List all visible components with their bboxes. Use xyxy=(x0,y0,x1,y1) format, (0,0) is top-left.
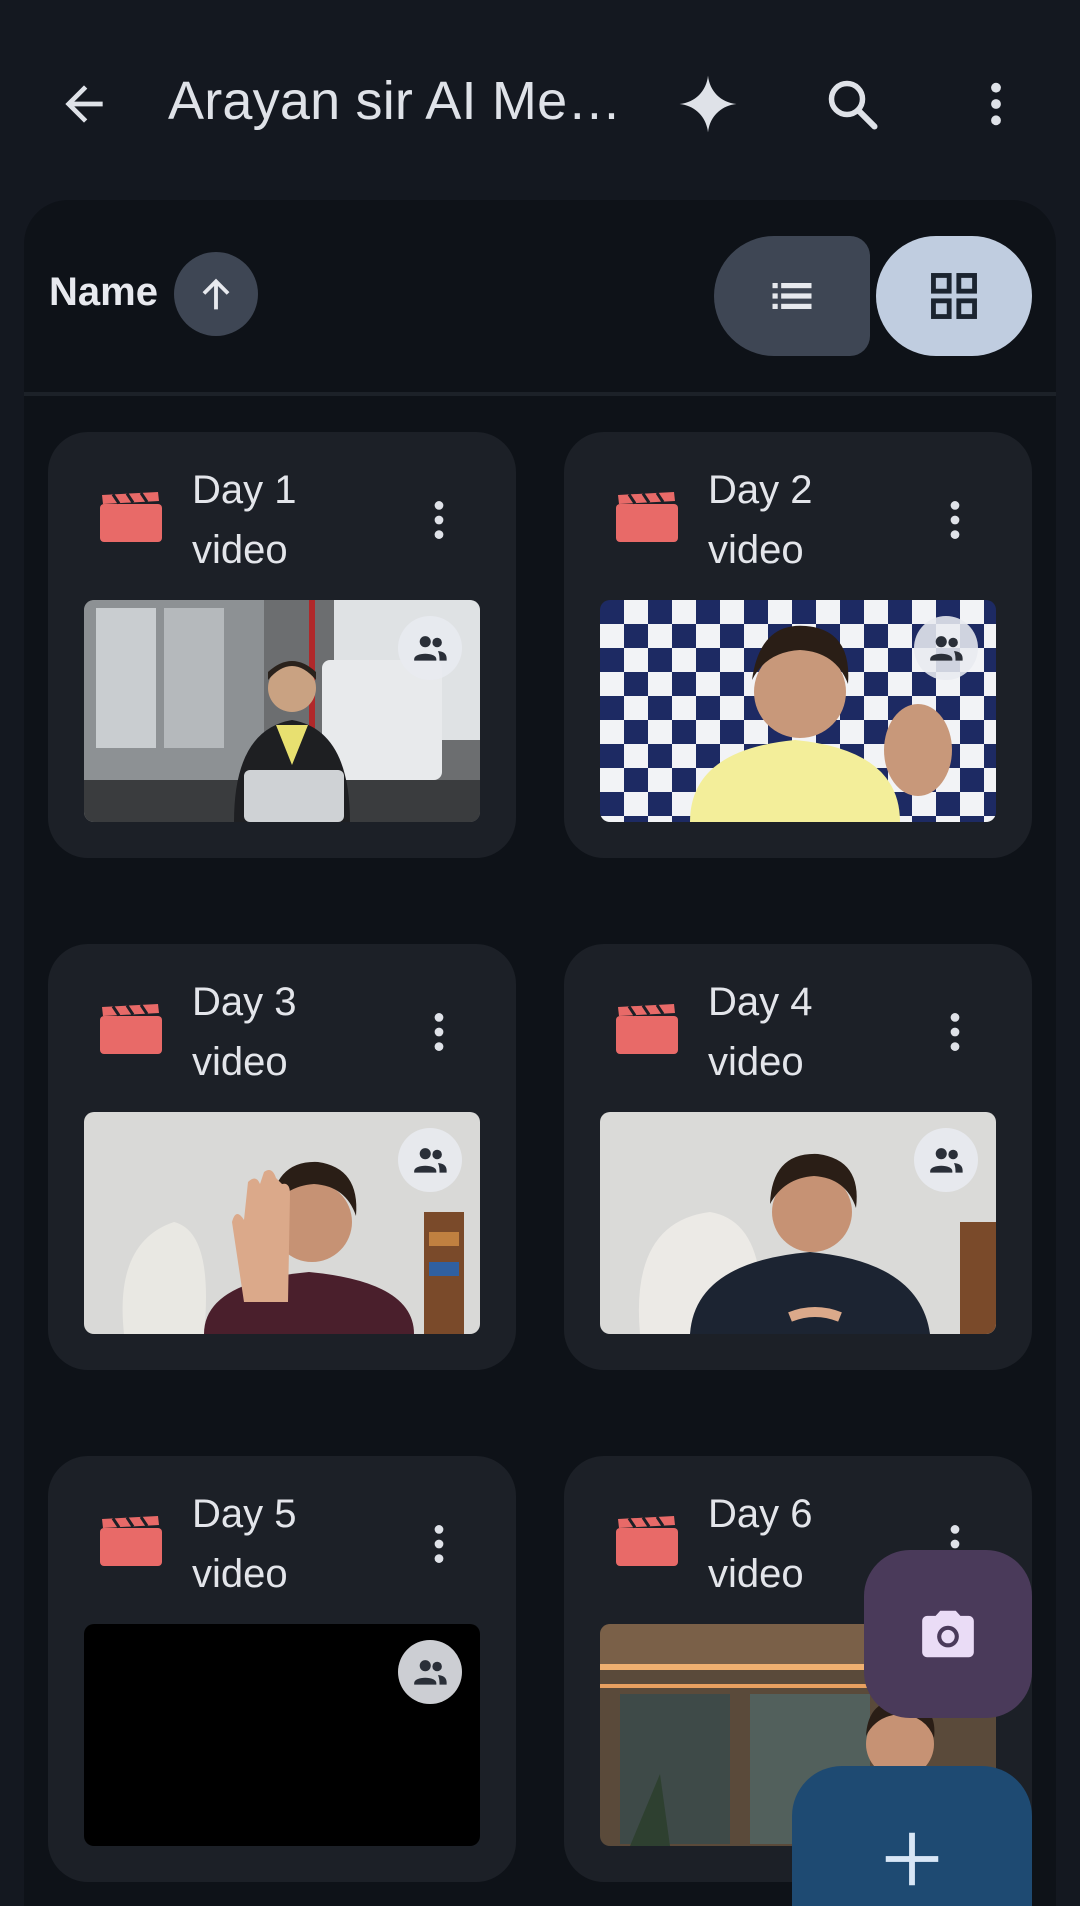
more-vert-icon xyxy=(434,1525,444,1563)
people-icon xyxy=(414,1148,447,1173)
video-thumbnail[interactable] xyxy=(84,1624,480,1846)
video-thumbnail[interactable] xyxy=(600,600,996,822)
people-icon xyxy=(930,636,963,661)
camera-scan-button[interactable] xyxy=(864,1550,1032,1718)
list-view-icon xyxy=(772,283,812,309)
file-more-button[interactable] xyxy=(414,1514,464,1574)
people-icon xyxy=(414,636,447,661)
shared-badge xyxy=(398,1640,462,1704)
file-card[interactable]: Day 5 video xyxy=(48,1456,516,1882)
back-arrow-icon xyxy=(65,85,103,123)
more-vert-icon xyxy=(434,1013,444,1051)
video-file-icon xyxy=(100,1516,162,1566)
video-file-icon xyxy=(100,1004,162,1054)
plus-icon xyxy=(885,1832,939,1886)
shared-badge xyxy=(398,1128,462,1192)
sort-direction-button[interactable] xyxy=(174,252,258,336)
video-thumbnail[interactable] xyxy=(84,600,480,822)
grid-view-toggle[interactable] xyxy=(876,236,1032,356)
people-icon xyxy=(414,1660,447,1685)
more-vert-icon xyxy=(950,1013,960,1051)
file-name: Day 4 video xyxy=(708,980,813,1084)
file-more-button[interactable] xyxy=(930,1002,980,1062)
file-name: Day 3 video xyxy=(192,980,297,1084)
camera-icon xyxy=(922,1610,974,1658)
top-app-bar: Arayan sir AI Met... xyxy=(0,0,1080,200)
shared-badge xyxy=(914,1128,978,1192)
file-name: Day 1 video xyxy=(192,468,297,572)
divider xyxy=(24,392,1056,396)
file-card[interactable]: Day 1 video xyxy=(48,432,516,858)
gemini-sparkle-icon xyxy=(679,75,737,133)
file-name: Day 5 video xyxy=(192,1492,297,1596)
shared-badge xyxy=(914,616,978,680)
arrow-up-icon xyxy=(202,278,230,310)
file-more-button[interactable] xyxy=(414,1002,464,1062)
file-card[interactable]: Day 4 video xyxy=(564,944,1032,1370)
folder-title: Arayan sir AI Met... xyxy=(168,71,628,131)
video-thumbnail[interactable] xyxy=(600,1112,996,1334)
more-vert-icon xyxy=(950,501,960,539)
grid-view-icon xyxy=(931,273,977,319)
video-file-icon xyxy=(616,1516,678,1566)
people-icon xyxy=(930,1148,963,1173)
shared-badge xyxy=(398,616,462,680)
more-options-button[interactable] xyxy=(956,64,1036,144)
sort-bar: Name xyxy=(24,200,1056,392)
gemini-button[interactable] xyxy=(668,64,748,144)
back-button[interactable] xyxy=(44,64,124,144)
more-vert-icon xyxy=(991,82,1001,126)
search-button[interactable] xyxy=(812,64,892,144)
file-more-button[interactable] xyxy=(414,490,464,550)
file-card[interactable]: Day 2 video xyxy=(564,432,1032,858)
more-vert-icon xyxy=(434,501,444,539)
file-card[interactable]: Day 3 video xyxy=(48,944,516,1370)
new-item-button[interactable] xyxy=(792,1766,1032,1906)
list-view-toggle[interactable] xyxy=(714,236,870,356)
video-file-icon xyxy=(100,492,162,542)
video-thumbnail[interactable] xyxy=(84,1112,480,1334)
video-file-icon xyxy=(616,492,678,542)
sort-label[interactable]: Name xyxy=(49,270,158,315)
file-name: Day 2 video xyxy=(708,468,813,572)
search-icon xyxy=(828,80,878,130)
file-more-button[interactable] xyxy=(930,490,980,550)
video-file-icon xyxy=(616,1004,678,1054)
